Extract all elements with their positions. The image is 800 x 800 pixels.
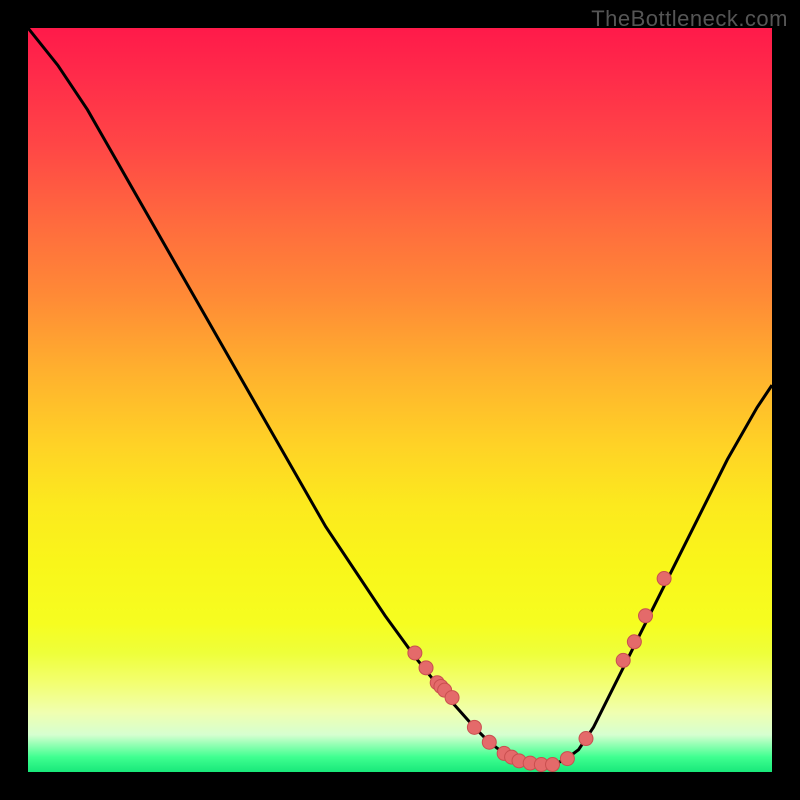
curve-line: [28, 28, 772, 765]
data-marker: [419, 661, 433, 675]
data-marker: [627, 635, 641, 649]
data-marker: [579, 732, 593, 746]
data-markers: [408, 572, 671, 772]
data-marker: [482, 735, 496, 749]
data-marker: [445, 691, 459, 705]
data-marker: [616, 653, 630, 667]
data-marker: [657, 572, 671, 586]
data-marker: [408, 646, 422, 660]
data-marker: [560, 752, 574, 766]
data-marker: [467, 720, 481, 734]
data-marker: [546, 758, 560, 772]
bottleneck-curve-chart: [28, 28, 772, 772]
data-marker: [639, 609, 653, 623]
